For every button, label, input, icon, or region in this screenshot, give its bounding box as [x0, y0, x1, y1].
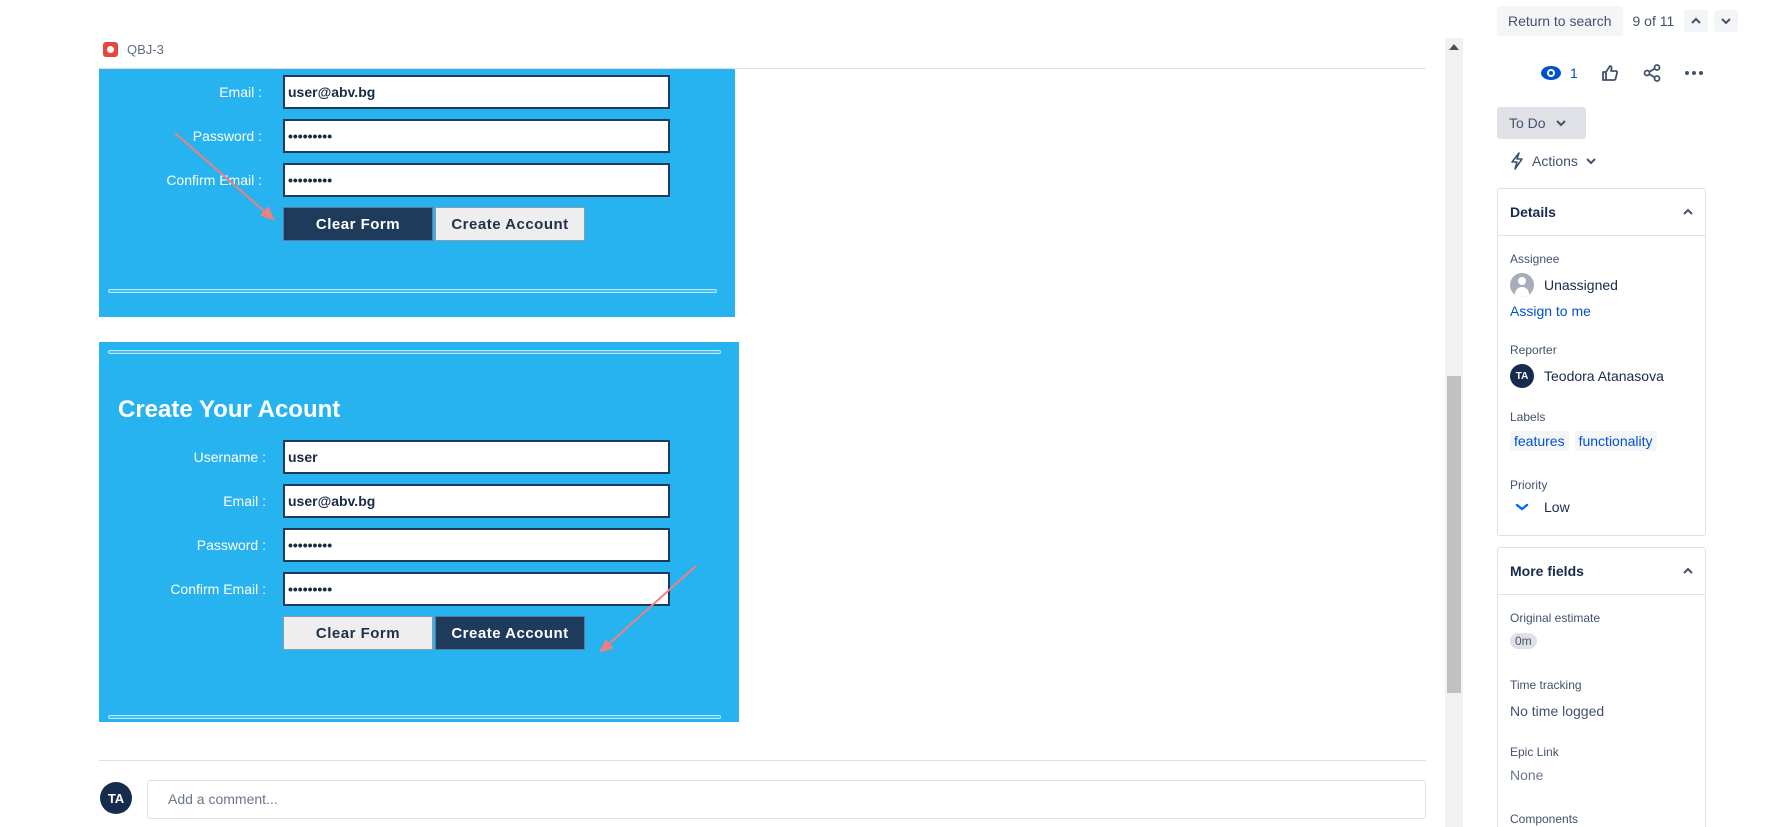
watch-count: 1: [1570, 65, 1578, 81]
priority-value: Low: [1544, 499, 1570, 515]
issue-key-link[interactable]: QBJ-3: [103, 42, 164, 57]
actions-label: Actions: [1532, 153, 1578, 169]
next-issue-button[interactable]: [1714, 10, 1739, 32]
priority-low-icon: [1515, 503, 1529, 511]
issue-key: QBJ-3: [127, 42, 164, 57]
label-chip[interactable]: features: [1510, 431, 1569, 451]
more-icon: [1684, 71, 1703, 75]
details-title: Details: [1510, 204, 1556, 220]
chevron-up-icon: [1683, 567, 1693, 574]
status-label: To Do: [1509, 115, 1546, 131]
scrollbar-thumb[interactable]: [1447, 376, 1461, 693]
chevron-up-icon: [1691, 17, 1701, 24]
unassigned-avatar-icon: [1510, 273, 1534, 297]
user-avatar: TA: [100, 782, 132, 814]
lightning-icon: [1511, 152, 1523, 170]
previous-issue-button[interactable]: [1684, 10, 1709, 32]
chevron-up-icon: [1683, 208, 1693, 215]
add-comment-input[interactable]: Add a comment...: [147, 780, 1426, 819]
priority-field[interactable]: Low: [1510, 499, 1570, 515]
chevron-down-icon: [1586, 158, 1596, 165]
time-tracking-label: Time tracking: [1510, 678, 1582, 692]
arrow-to-clear-form: [174, 132, 275, 221]
assignee-value: Unassigned: [1544, 277, 1618, 293]
reporter-avatar: TA: [1510, 364, 1534, 388]
chevron-down-icon: [1555, 120, 1566, 127]
more-actions-button[interactable]: [1684, 63, 1704, 83]
share-button[interactable]: [1642, 63, 1662, 83]
assignee-field[interactable]: Unassigned: [1510, 273, 1618, 297]
more-fields-panel: More fields Original estimate 0m Time tr…: [1497, 547, 1706, 827]
search-navigation: Return to search 9 of 11: [1497, 6, 1739, 36]
priority-label: Priority: [1510, 478, 1548, 492]
reporter-label: Reporter: [1510, 343, 1557, 357]
thumbs-up-icon: [1601, 65, 1618, 81]
details-panel: Details Assignee Unassigned Assign to me…: [1497, 188, 1706, 536]
vote-button[interactable]: [1600, 63, 1620, 83]
eye-icon: [1541, 66, 1561, 80]
assignee-label: Assignee: [1510, 252, 1560, 266]
actions-dropdown[interactable]: Actions: [1510, 152, 1596, 170]
assign-to-me-link[interactable]: Assign to me: [1510, 303, 1591, 319]
more-fields-header[interactable]: More fields: [1498, 548, 1705, 595]
comment-divider: [99, 760, 1426, 761]
watch-button[interactable]: 1: [1540, 65, 1578, 81]
reporter-field[interactable]: TA Teodora Atanasova: [1510, 364, 1664, 388]
reporter-value: Teodora Atanasova: [1544, 368, 1664, 384]
arrow-to-create-account: [599, 565, 697, 653]
bug-icon: [103, 42, 118, 57]
epic-link-label: Epic Link: [1510, 745, 1559, 759]
result-position: 9 of 11: [1632, 13, 1675, 29]
issue-action-bar: 1: [1540, 63, 1704, 83]
epic-link-value[interactable]: None: [1510, 767, 1543, 783]
annotation-arrows: [174, 132, 697, 653]
status-dropdown[interactable]: To Do: [1497, 107, 1586, 139]
time-tracking-value[interactable]: No time logged: [1510, 703, 1604, 719]
label-chip[interactable]: functionality: [1574, 431, 1657, 451]
chevron-down-icon: [1721, 18, 1731, 25]
labels-list: features functionality: [1510, 431, 1657, 451]
labels-label: Labels: [1510, 410, 1546, 424]
issue-description: Email : user@abv.bg Password : •••••••••…: [99, 69, 1426, 759]
return-to-search-button[interactable]: Return to search: [1497, 6, 1623, 36]
scroll-up-arrow-icon[interactable]: [1449, 44, 1459, 50]
components-label: Components: [1510, 812, 1579, 826]
details-header[interactable]: Details: [1498, 189, 1705, 236]
share-icon: [1643, 64, 1661, 82]
original-estimate-label: Original estimate: [1510, 611, 1601, 625]
original-estimate-value[interactable]: 0m: [1510, 633, 1537, 649]
more-fields-title: More fields: [1510, 563, 1584, 579]
